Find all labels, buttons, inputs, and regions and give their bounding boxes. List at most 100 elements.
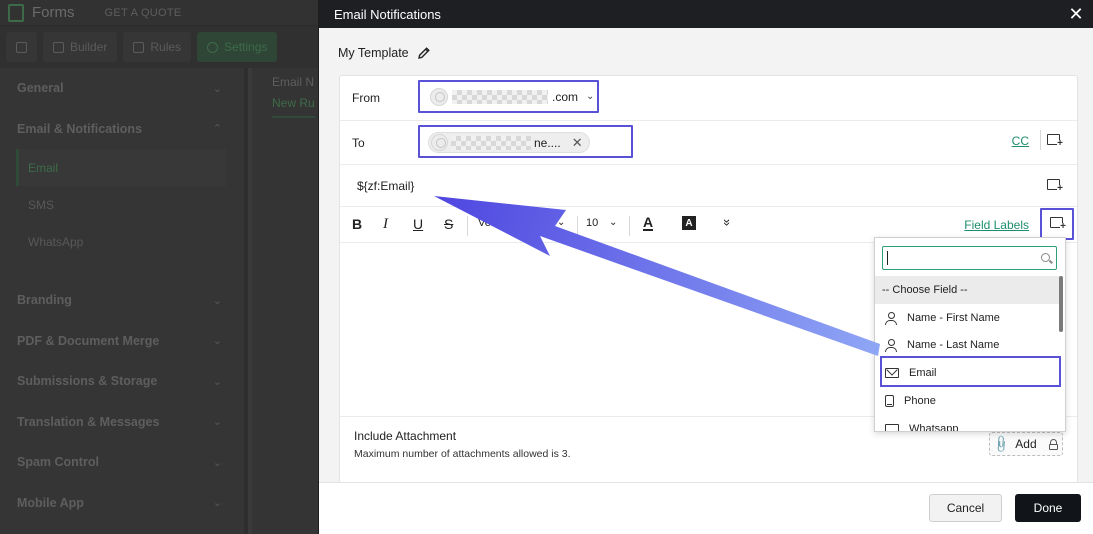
from-row: From .com ⌄ bbox=[340, 76, 1077, 121]
divider bbox=[577, 216, 578, 236]
pencil-icon[interactable] bbox=[417, 46, 431, 60]
sidebar-item-email-notifications[interactable]: Email & Notifications ⌃ bbox=[0, 109, 244, 150]
get-quote-link[interactable]: GET A QUOTE bbox=[105, 7, 182, 19]
dropdown-scrollbar[interactable] bbox=[1059, 276, 1063, 332]
sidebar-item-label: Translation & Messages bbox=[17, 414, 160, 429]
italic-button[interactable]: I bbox=[383, 216, 388, 233]
divider bbox=[629, 216, 630, 236]
chevron-down-icon: ⌄ bbox=[212, 335, 222, 348]
more-options-icon[interactable]: » bbox=[720, 219, 735, 226]
field-option-phone[interactable]: Phone bbox=[875, 387, 1061, 415]
cancel-button[interactable]: Cancel bbox=[929, 494, 1002, 522]
font-size-select[interactable]: 10 bbox=[586, 217, 598, 229]
choose-field-heading: -- Choose Field -- bbox=[875, 276, 1061, 304]
search-icon bbox=[1041, 253, 1050, 262]
field-option-label: Whatsapp bbox=[909, 422, 959, 432]
modal-footer: Cancel Done bbox=[319, 482, 1093, 534]
forms-logo-icon bbox=[8, 3, 24, 22]
sidebar-subitem-whatsapp[interactable]: WhatsApp bbox=[0, 223, 244, 260]
strikethrough-button[interactable]: S bbox=[444, 216, 453, 232]
sidebar-item-spam[interactable]: Spam Control ⌄ bbox=[0, 442, 244, 483]
cc-link[interactable]: CC bbox=[1012, 134, 1029, 148]
font-color-button[interactable]: A bbox=[643, 215, 654, 231]
app-name: Forms bbox=[32, 4, 75, 21]
sidebar-item-label: PDF & Document Merge bbox=[17, 333, 160, 348]
sidebar-item-mobile[interactable]: Mobile App ⌄ bbox=[0, 483, 244, 524]
sidebar-item-branding[interactable]: Branding ⌄ bbox=[0, 280, 244, 321]
to-recipient-input[interactable]: ne.... ✕ bbox=[418, 125, 633, 158]
template-name-row: My Template bbox=[338, 46, 431, 60]
to-row: To ne.... ✕ CC + bbox=[340, 121, 1077, 165]
insert-field-button[interactable]: + bbox=[1040, 208, 1074, 240]
sidebar-item-label: Email & Notifications bbox=[17, 121, 143, 136]
sidebar-item-label: Spam Control bbox=[17, 455, 99, 470]
insert-field-icon[interactable]: + bbox=[1047, 179, 1063, 194]
from-label: From bbox=[352, 91, 380, 105]
remove-recipient-icon[interactable]: ✕ bbox=[572, 135, 583, 151]
attachment-subtitle: Maximum number of attachments allowed is… bbox=[354, 448, 571, 460]
redacted-email bbox=[451, 135, 531, 150]
subject-row: ${zf:Email} + bbox=[340, 165, 1077, 207]
field-list: -- Choose Field -- Name - First Name Nam… bbox=[875, 276, 1061, 432]
bold-button[interactable]: B bbox=[352, 216, 362, 232]
chevron-down-icon: ⌄ bbox=[609, 217, 618, 228]
done-button[interactable]: Done bbox=[1015, 494, 1081, 522]
avatar-icon bbox=[430, 87, 448, 106]
subject-input[interactable]: ${zf:Email} bbox=[357, 179, 414, 193]
add-attachment-button[interactable]: 📎 Add bbox=[989, 432, 1063, 456]
field-labels-link[interactable]: Field Labels bbox=[964, 218, 1029, 232]
field-option-label: Name - Last Name bbox=[907, 339, 1000, 352]
insert-field-icon[interactable]: + bbox=[1047, 134, 1063, 149]
sidebar-item-general[interactable]: General ⌄ bbox=[0, 68, 244, 109]
avatar-icon bbox=[431, 134, 448, 151]
tab-settings[interactable]: Settings bbox=[197, 32, 278, 62]
sidebar-item-pdf[interactable]: PDF & Document Merge ⌄ bbox=[0, 321, 244, 362]
modal-header: Email Notifications ✕ bbox=[319, 0, 1093, 28]
rules-icon bbox=[133, 41, 145, 53]
from-select[interactable]: .com ⌄ bbox=[418, 80, 599, 113]
home-tab[interactable] bbox=[6, 32, 37, 62]
sidebar-item-label: Mobile App bbox=[17, 495, 84, 510]
underline-button[interactable]: U bbox=[413, 216, 423, 232]
sidebar-item-submissions[interactable]: Submissions & Storage ⌄ bbox=[0, 361, 244, 402]
divider bbox=[1040, 130, 1041, 150]
person-icon bbox=[885, 311, 897, 325]
chevron-down-icon: ⌄ bbox=[212, 294, 222, 307]
sidebar-subitem-email[interactable]: Email bbox=[16, 149, 226, 186]
background-color-button[interactable]: A bbox=[682, 216, 696, 230]
chevron-down-icon: ⌄ bbox=[586, 91, 595, 102]
phone-icon bbox=[885, 395, 894, 408]
chevron-down-icon: ⌄ bbox=[212, 497, 222, 510]
sidebar-item-label: General bbox=[17, 81, 64, 96]
modal-title: Email Notifications bbox=[334, 6, 441, 22]
insert-field-icon: + bbox=[1050, 217, 1066, 232]
sidebar-item-translation[interactable]: Translation & Messages ⌄ bbox=[0, 402, 244, 443]
field-search-input[interactable] bbox=[882, 246, 1057, 270]
main-title: Email N bbox=[272, 75, 315, 89]
divider bbox=[467, 216, 468, 236]
field-option-whatsapp[interactable]: Whatsapp bbox=[875, 415, 1061, 432]
tab-builder[interactable]: Builder bbox=[43, 32, 118, 62]
to-label: To bbox=[352, 136, 365, 150]
tab-rules-label: Rules bbox=[150, 40, 182, 54]
recipient-chip-suffix: ne.... bbox=[534, 135, 561, 150]
app-topbar: Forms GET A QUOTE bbox=[0, 0, 320, 26]
close-icon[interactable]: ✕ bbox=[1067, 4, 1085, 24]
tab-rules[interactable]: Rules bbox=[123, 32, 192, 62]
main-tab-new-rule[interactable]: New Ru bbox=[272, 96, 315, 118]
sidebar-item-label: Branding bbox=[17, 293, 72, 308]
background-main: Email N New Ru bbox=[252, 68, 320, 534]
builder-icon bbox=[53, 41, 64, 53]
field-option-first-name[interactable]: Name - First Name bbox=[875, 304, 1061, 332]
person-icon bbox=[885, 339, 897, 353]
app-tabbar: Builder Rules Settings bbox=[0, 26, 320, 68]
redacted-email bbox=[452, 89, 548, 104]
tab-settings-label: Settings bbox=[224, 40, 268, 54]
paperclip-icon: 📎 bbox=[991, 433, 1013, 455]
settings-icon bbox=[207, 41, 219, 53]
sidebar-subitem-sms[interactable]: SMS bbox=[0, 186, 244, 223]
template-name: My Template bbox=[338, 46, 409, 60]
settings-sidebar: General ⌄ Email & Notifications ⌃ Email SM… bbox=[0, 68, 248, 534]
email-option-highlight bbox=[880, 356, 1061, 387]
font-family-select[interactable]: Verd bbox=[478, 217, 501, 229]
